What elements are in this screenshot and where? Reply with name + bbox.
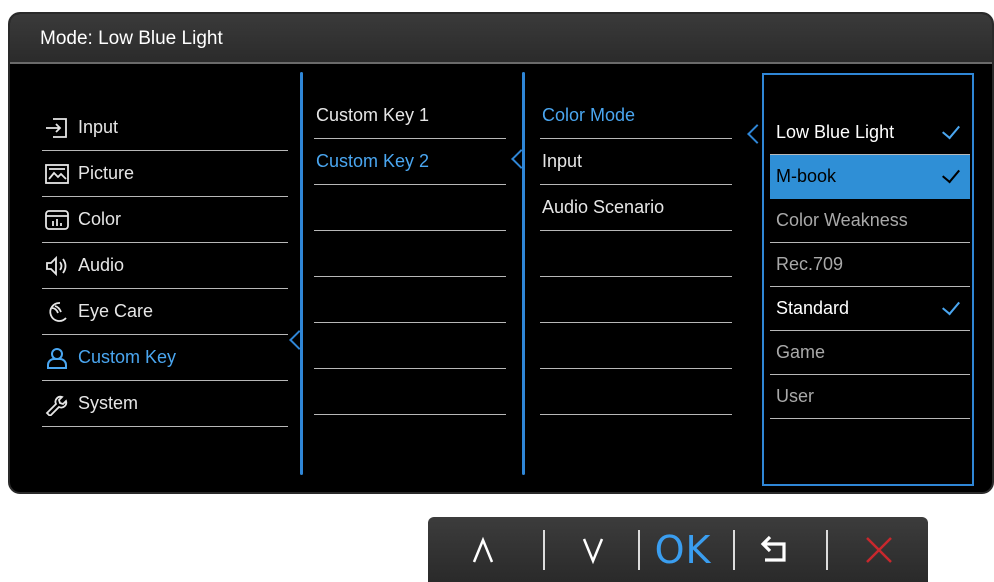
submenu-empty-row	[314, 323, 506, 369]
option-low-blue-light[interactable]: Low Blue Light	[770, 111, 970, 155]
close-key[interactable]	[844, 517, 914, 582]
function-item-color-mode[interactable]: Color Mode	[540, 93, 732, 139]
ok-key[interactable]: OK	[643, 517, 723, 582]
key-separator	[543, 530, 545, 570]
menu-item-label: Color	[78, 209, 122, 229]
option-game[interactable]: Game	[770, 331, 970, 375]
option-label: Standard	[776, 298, 850, 318]
option-m-book[interactable]: M-book	[770, 155, 970, 199]
key-separator	[826, 530, 828, 570]
color-icon	[42, 208, 72, 232]
menu-item-label: System	[78, 393, 139, 413]
submenu-empty-row	[314, 185, 506, 231]
option-rec-709[interactable]: Rec.709	[770, 243, 970, 287]
function-menu: Color Mode Input Audio Scenario	[528, 64, 748, 492]
option-label: Color Weakness	[776, 210, 908, 230]
function-empty-row	[540, 231, 732, 277]
control-key-bar: OK	[428, 517, 928, 582]
color-mode-options: Low Blue Light M-book Color Weakness Rec…	[762, 73, 974, 486]
submenu-item-label: Custom Key 1	[316, 105, 430, 125]
menu-item-custom-key[interactable]: Custom Key	[42, 335, 288, 381]
input-icon	[42, 116, 72, 140]
function-item-label: Color Mode	[542, 105, 636, 125]
submenu-item-custom-key-2[interactable]: Custom Key 2	[314, 139, 506, 185]
osd-menu: Mode: Low Blue Light Input Picture Color	[8, 12, 994, 494]
menu-item-audio[interactable]: Audio	[42, 243, 288, 289]
ok-label: OK	[654, 527, 712, 572]
option-label: Rec.709	[776, 254, 844, 274]
custom-key-submenu: Custom Key 1 Custom Key 2	[306, 64, 526, 492]
column-divider	[522, 72, 525, 475]
back-icon	[760, 535, 786, 562]
menu-item-picture[interactable]: Picture	[42, 151, 288, 197]
submenu-empty-row	[314, 369, 506, 415]
menu-item-label: Input	[78, 117, 119, 137]
function-empty-row	[540, 323, 732, 369]
back-key[interactable]	[740, 517, 810, 582]
function-empty-row	[540, 369, 732, 415]
function-item-audio-scenario[interactable]: Audio Scenario	[540, 185, 732, 231]
mode-title: Mode: Low Blue Light	[40, 28, 223, 49]
submenu-empty-row	[314, 231, 506, 277]
function-item-input[interactable]: Input	[540, 139, 732, 185]
menu-item-eye-care[interactable]: Eye Care	[42, 289, 288, 335]
option-standard[interactable]: Standard	[770, 287, 970, 331]
option-color-weakness[interactable]: Color Weakness	[770, 199, 970, 243]
menu-item-label: Audio	[78, 255, 125, 275]
down-arrow-icon	[582, 538, 604, 564]
menu-item-color[interactable]: Color	[42, 197, 288, 243]
submenu-empty-row	[314, 277, 506, 323]
custom-key-icon	[42, 346, 72, 370]
eye-care-icon	[42, 300, 72, 324]
key-separator	[638, 530, 640, 570]
checkmark-icon	[942, 296, 960, 316]
menu-item-input[interactable]: Input	[42, 105, 288, 151]
key-separator	[733, 530, 735, 570]
option-label: M-book	[776, 166, 837, 186]
submenu-item-label: Custom Key 2	[316, 151, 430, 171]
up-arrow-icon	[472, 536, 494, 562]
close-icon	[866, 536, 892, 563]
audio-icon	[42, 254, 72, 278]
menu-item-label: Eye Care	[78, 301, 154, 321]
option-label: Game	[776, 342, 826, 362]
function-empty-row	[540, 277, 732, 323]
down-key[interactable]	[558, 517, 628, 582]
system-icon	[42, 392, 72, 416]
osd-header: Mode: Low Blue Light	[10, 14, 992, 64]
function-item-label: Input	[542, 151, 583, 171]
column-divider	[300, 72, 303, 475]
checkmark-icon	[942, 164, 960, 184]
option-label: Low Blue Light	[776, 122, 895, 142]
option-label: User	[776, 386, 815, 406]
function-item-label: Audio Scenario	[542, 197, 665, 217]
menu-item-label: Custom Key	[78, 347, 177, 367]
menu-item-system[interactable]: System	[42, 381, 288, 427]
menu-item-label: Picture	[78, 163, 135, 183]
submenu-item-custom-key-1[interactable]: Custom Key 1	[314, 93, 506, 139]
main-menu: Input Picture Color Audio Eye Care Custo…	[10, 64, 300, 492]
up-key[interactable]	[448, 517, 518, 582]
option-user[interactable]: User	[770, 375, 970, 419]
picture-icon	[42, 162, 72, 186]
checkmark-icon	[942, 120, 960, 140]
